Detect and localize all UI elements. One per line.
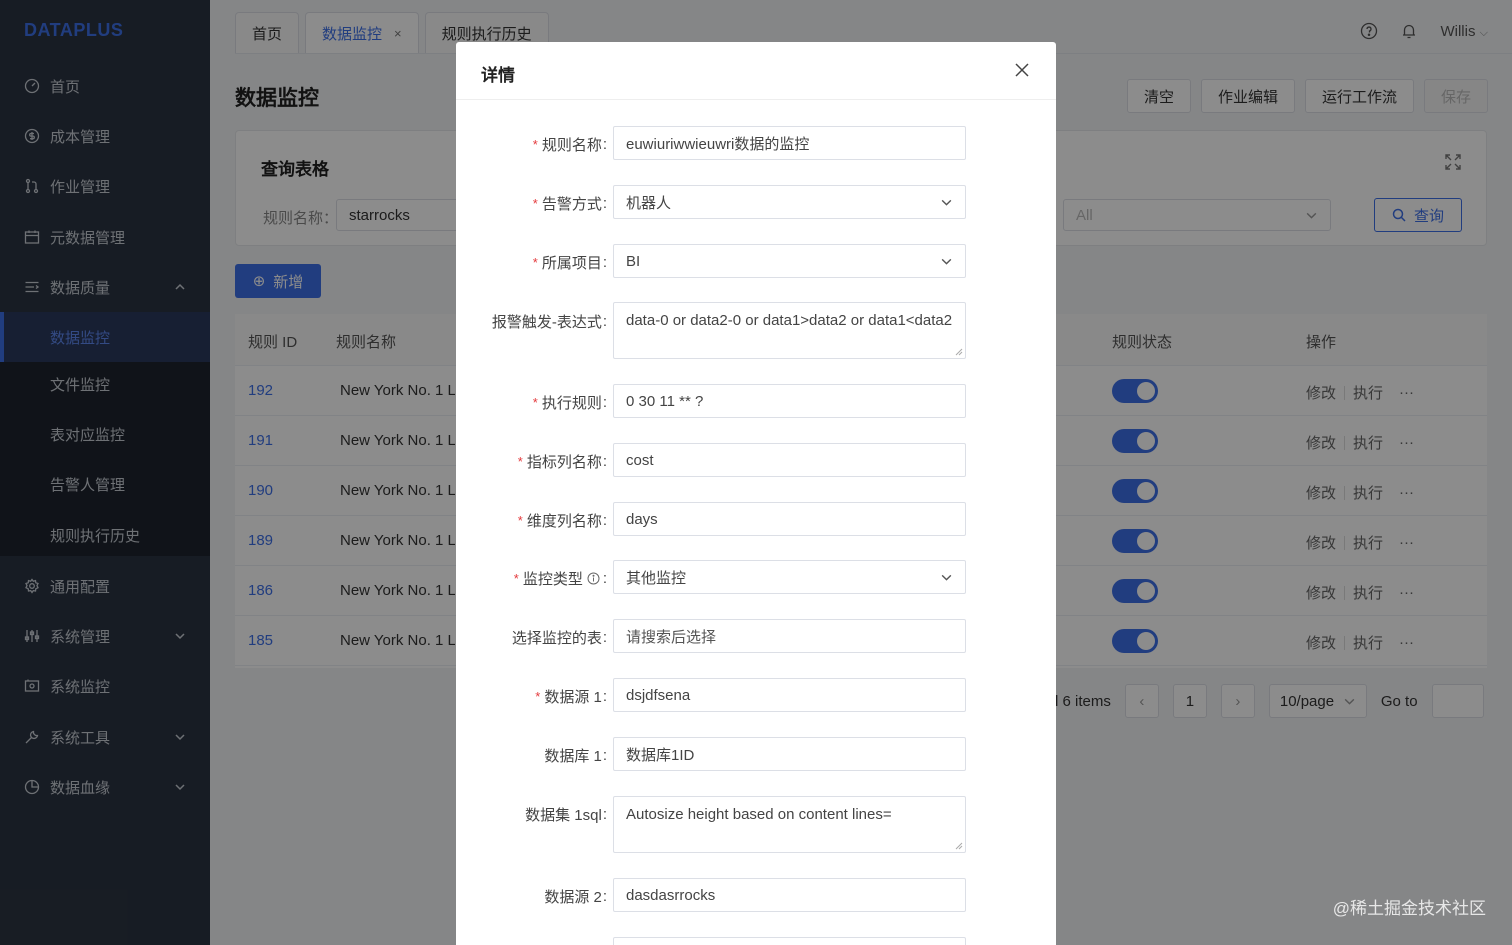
datasource-2-field[interactable]: dasdasrrocks <box>613 878 966 912</box>
form-label-text: 监控类型 <box>522 571 583 588</box>
required-mark: * <box>535 689 541 704</box>
form-label: 数据源 2: <box>544 886 607 907</box>
label-colon: : <box>602 570 607 587</box>
label-colon: : <box>602 629 607 646</box>
label-colon: : <box>602 512 607 529</box>
resize-handle-icon[interactable] <box>955 348 963 356</box>
textarea-value: Autosize height based on content lines= <box>626 806 892 823</box>
resize-handle-icon[interactable] <box>955 842 963 850</box>
form-row-datasource-2: 数据源 2: dasdasrrocks <box>456 878 1056 912</box>
form-row-cron: * 执行规则: 0 30 11 ** ? <box>456 384 1056 418</box>
form-label: 数据库 1: <box>544 745 607 766</box>
form-label: 选择监控的表: <box>512 627 607 648</box>
database-1-field[interactable]: 数据库1ID <box>613 737 966 771</box>
required-mark: * <box>517 513 523 528</box>
textarea-value: data-0 or data2-0 or data1>data2 or data… <box>626 312 953 329</box>
required-mark: * <box>532 196 538 211</box>
form-label: * 规则名称: <box>533 134 607 155</box>
form-row-trigger-expression: 报警触发-表达式: data-0 or data2-0 or data1>dat… <box>456 302 1056 359</box>
trigger-expression-textarea[interactable]: data-0 or data2-0 or data1>data2 or data… <box>613 302 966 359</box>
form-label-text: 数据源 2 <box>544 889 602 906</box>
form-label-text: 告警方式 <box>541 196 602 213</box>
form-label-text: 数据源 1 <box>544 689 602 706</box>
label-colon: : <box>602 453 607 470</box>
form-label-text: 数据集 1sql <box>525 807 602 824</box>
label-colon: : <box>602 313 607 330</box>
form-row-database-1: 数据库 1: 数据库1ID <box>456 737 1056 771</box>
select-value: BI <box>626 252 641 270</box>
form-label: * 指标列名称: <box>518 451 607 472</box>
metric-column-field[interactable]: cost <box>613 443 966 477</box>
required-mark: * <box>517 454 523 469</box>
monitor-table-search-input[interactable]: 请搜索后选择 <box>613 619 966 653</box>
info-icon[interactable] <box>587 572 600 585</box>
label-colon: : <box>602 806 607 823</box>
form-row-metric-column: * 指标列名称: cost <box>456 443 1056 477</box>
close-icon[interactable] <box>1012 60 1032 80</box>
form-label-text: 数据库 1 <box>544 748 602 765</box>
select-value: 其他监控 <box>626 569 687 587</box>
form-row-next <box>456 937 1056 945</box>
form-label-text: 执行规则 <box>541 395 602 412</box>
form-row-dataset-1-sql: 数据集 1sql: Autosize height based on conte… <box>456 796 1056 853</box>
form-label: * 执行规则: <box>533 392 607 413</box>
alert-method-select[interactable]: 机器人 <box>613 185 966 219</box>
required-mark: * <box>532 395 538 410</box>
form-label-text: 所属项目 <box>541 255 602 272</box>
form-label: * 告警方式: <box>533 193 607 214</box>
select-value: 机器人 <box>626 194 672 212</box>
form-label-text: 维度列名称 <box>526 513 602 530</box>
label-colon: : <box>602 688 607 705</box>
chevron-down-icon <box>941 199 952 206</box>
form-label-text: 选择监控的表 <box>511 630 602 647</box>
chevron-down-icon <box>941 258 952 265</box>
label-colon: : <box>602 747 607 764</box>
cron-field[interactable]: 0 30 11 ** ? <box>613 384 966 418</box>
watermark: @稀土掘金技术社区 <box>1332 899 1486 918</box>
form-row-monitor-type: * 监控类型: 其他监控 <box>456 560 1056 594</box>
form-row-monitor-table: 选择监控的表: 请搜索后选择 <box>456 619 1056 653</box>
dataset-1-sql-textarea[interactable]: Autosize height based on content lines= <box>613 796 966 853</box>
form-row-project: * 所属项目: BI <box>456 244 1056 278</box>
label-colon: : <box>602 136 607 153</box>
required-mark: * <box>513 571 519 586</box>
label-colon: : <box>602 254 607 271</box>
rule-name-field[interactable]: euwiuriwwieuwri数据的监控 <box>613 126 966 160</box>
form-label: * 所属项目: <box>533 252 607 273</box>
form-label-text: 指标列名称 <box>526 454 602 471</box>
form-label-text: 规则名称 <box>541 137 602 154</box>
next-field[interactable] <box>613 937 966 945</box>
form-label: 报警触发-表达式: <box>492 311 607 332</box>
input-placeholder: 请搜索后选择 <box>626 628 717 646</box>
chevron-down-icon <box>941 574 952 581</box>
monitor-type-select[interactable]: 其他监控 <box>613 560 966 594</box>
required-mark: * <box>532 137 538 152</box>
form-label: * 数据源 1: <box>535 686 607 707</box>
form-row-rule-name: * 规则名称: euwiuriwwieuwri数据的监控 <box>456 126 1056 160</box>
modal-title: 详情 <box>481 66 515 85</box>
form-row-alert-method: * 告警方式: 机器人 <box>456 185 1056 219</box>
required-mark: * <box>532 255 538 270</box>
form-row-dimension-column: * 维度列名称: days <box>456 502 1056 536</box>
datasource-1-field[interactable]: dsjdfsena <box>613 678 966 712</box>
label-colon: : <box>602 195 607 212</box>
project-select[interactable]: BI <box>613 244 966 278</box>
form-label-text: 报警触发-表达式 <box>491 314 602 331</box>
form-label: * 监控类型: <box>514 568 607 589</box>
modal-header: 详情 <box>456 42 1056 100</box>
dimension-column-field[interactable]: days <box>613 502 966 536</box>
label-colon: : <box>602 394 607 411</box>
detail-modal: 详情 * 规则名称: euwiuriwwieuwri数据的监控 * 告警方式: 机器… <box>456 42 1056 945</box>
form-label: * 维度列名称: <box>518 510 607 531</box>
label-colon: : <box>602 888 607 905</box>
form-row-datasource-1: * 数据源 1: dsjdfsena <box>456 678 1056 712</box>
form-label: 数据集 1sql: <box>525 804 607 825</box>
